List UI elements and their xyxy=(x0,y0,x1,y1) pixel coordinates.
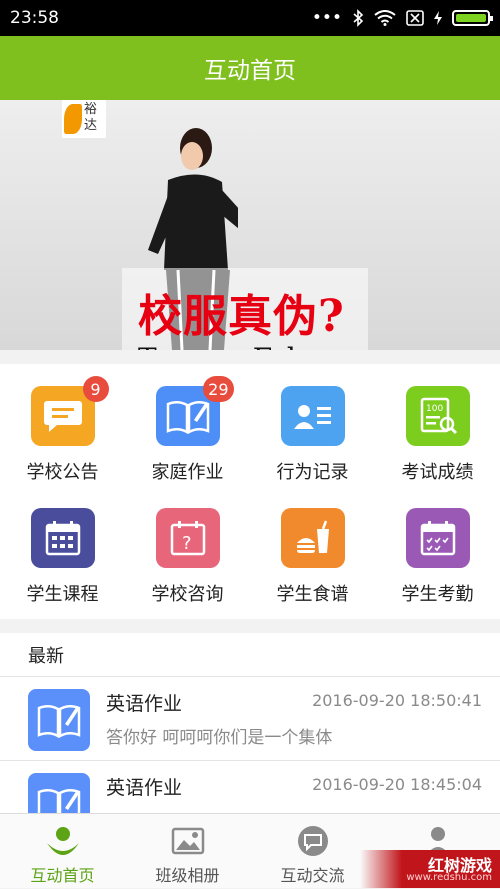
tab-label: 互动首页 xyxy=(30,866,95,885)
grid-item-student-menu[interactable]: 学生食谱 xyxy=(250,486,375,606)
book-icon xyxy=(28,773,90,813)
status-time: 23:58 xyxy=(10,8,59,28)
grid-label: 学校公告 xyxy=(26,462,99,483)
notification-badge: 9 xyxy=(82,376,109,402)
no-sim-icon xyxy=(406,10,424,26)
status-icons: ••• xyxy=(311,8,493,28)
status-bar: 23:58 ••• xyxy=(0,0,500,36)
grid-label: 学生食谱 xyxy=(276,584,349,605)
logo-text: 裕达 xyxy=(84,102,98,133)
id-card-icon xyxy=(280,386,345,446)
feature-grid: 9 学校公告 29 家庭作业 行为记录 100 考试成绩 学生课程 ? 学校咨询 xyxy=(0,364,500,619)
dots-icon: ••• xyxy=(311,8,342,28)
food-icon xyxy=(280,508,345,568)
tab-interaction[interactable]: 互动交流 xyxy=(250,814,375,889)
grid-label: 学生课程 xyxy=(26,584,99,605)
banner-carousel[interactable]: 裕达 校服真伪? True or False xyxy=(0,100,500,350)
grid-label: 考试成绩 xyxy=(401,462,474,483)
photo-icon xyxy=(170,824,206,858)
people-icon xyxy=(45,824,81,858)
message-icon: 9 xyxy=(30,376,109,446)
item-date: 2016-09-20 18:50:41 xyxy=(312,691,482,710)
grid-label: 学校咨询 xyxy=(151,584,224,605)
tab-label: 互动交流 xyxy=(280,866,345,885)
page-title: 互动首页 xyxy=(204,58,296,84)
list-item[interactable]: 英语作业 2016-09-20 18:45:04 xyxy=(0,761,500,813)
grid-item-student-attendance[interactable]: 学生考勤 xyxy=(375,486,500,606)
watermark: 红树游戏 www.redshu.com xyxy=(360,850,500,888)
grid-item-school-notice[interactable]: 9 学校公告 xyxy=(0,364,125,484)
charging-icon xyxy=(434,11,442,25)
tab-label: 班级相册 xyxy=(155,866,220,885)
latest-section: 最新 英语作业 2016-09-20 18:50:41 答你好 呵呵呵你们是一个… xyxy=(0,633,500,813)
grid-item-student-courses[interactable]: 学生课程 xyxy=(0,486,125,606)
brand-logo: 裕达 xyxy=(62,100,106,138)
grid-label: 行为记录 xyxy=(276,462,349,483)
notification-badge: 29 xyxy=(203,376,234,402)
watermark-url: www.redshu.com xyxy=(406,872,492,883)
svg-text:?: ? xyxy=(182,533,192,554)
bluetooth-icon xyxy=(353,9,364,27)
attendance-calendar-icon xyxy=(405,508,470,568)
item-title: 英语作业 xyxy=(106,693,183,715)
grid-label: 家庭作业 xyxy=(151,462,224,483)
list-item[interactable]: 英语作业 2016-09-20 18:50:41 答你好 呵呵呵你们是一个集体 xyxy=(0,677,500,761)
score-sheet-icon: 100 xyxy=(405,386,470,446)
item-description: 答你好 呵呵呵你们是一个集体 xyxy=(106,728,333,748)
battery-icon xyxy=(452,10,493,26)
grid-label: 学生考勤 xyxy=(401,584,474,605)
book-icon: 29 xyxy=(155,376,234,446)
item-date: 2016-09-20 18:45:04 xyxy=(312,775,482,794)
svg-text:100: 100 xyxy=(426,404,443,414)
grid-item-behavior-record[interactable]: 行为记录 xyxy=(250,364,375,484)
section-title: 最新 xyxy=(0,633,500,677)
grid-item-school-consult[interactable]: ? 学校咨询 xyxy=(125,486,250,606)
banner-subtitle: True or False xyxy=(138,342,327,350)
tab-class-album[interactable]: 班级相册 xyxy=(125,814,250,889)
wifi-icon xyxy=(374,10,396,26)
grid-item-homework[interactable]: 29 家庭作业 xyxy=(125,364,250,484)
item-title: 英语作业 xyxy=(106,777,183,799)
question-calendar-icon: ? xyxy=(155,508,220,568)
book-icon xyxy=(28,689,90,751)
chat-bubble-icon xyxy=(295,824,331,858)
page-header: 互动首页 xyxy=(0,36,500,100)
banner-title: 校服真伪? xyxy=(138,291,345,342)
tab-home[interactable]: 互动首页 xyxy=(0,814,125,889)
calendar-icon xyxy=(30,508,95,568)
grid-item-exam-scores[interactable]: 100 考试成绩 xyxy=(375,364,500,484)
